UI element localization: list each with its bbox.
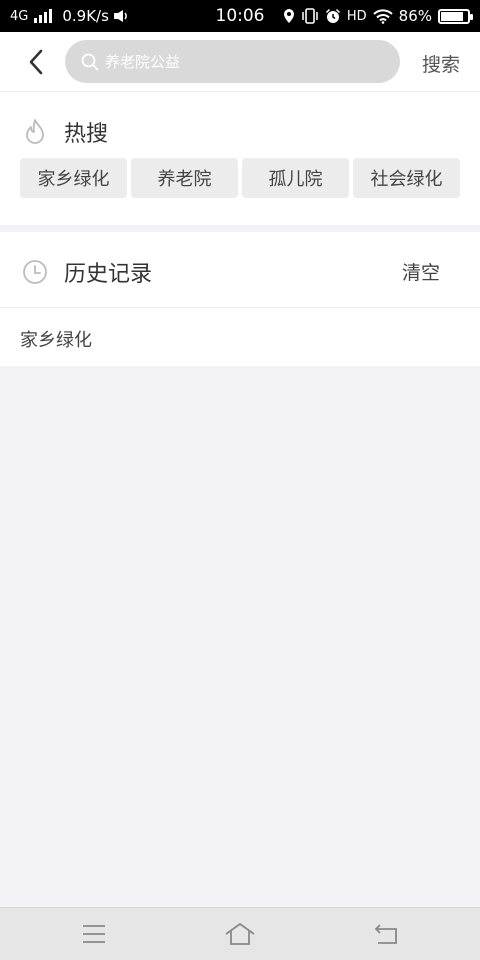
location-icon: [283, 9, 294, 23]
hot-search-section: 热搜 家乡绿化 养老院 孤儿院 社会绿化: [0, 92, 480, 225]
menu-icon: [83, 925, 105, 943]
history-section: 历史记录 清空 家乡绿化: [0, 232, 480, 366]
clock-icon: [23, 260, 47, 284]
wifi-icon: [372, 8, 393, 24]
nav-menu-button[interactable]: [74, 920, 114, 948]
home-icon: [225, 922, 255, 945]
nav-back-button[interactable]: [366, 920, 406, 948]
battery-icon: [438, 8, 473, 24]
hot-search-header: 热搜: [22, 116, 108, 148]
search-bar[interactable]: [65, 40, 400, 83]
system-nav-bar: [0, 907, 480, 960]
hd-indicator: HD: [346, 8, 367, 24]
search-icon: [81, 53, 99, 70]
status-right: HD 86%: [283, 7, 473, 25]
history-header: 历史记录 清空: [0, 232, 480, 308]
vibrate-icon: [302, 8, 318, 24]
battery-percent: 86%: [398, 7, 432, 25]
flame-icon: [26, 119, 44, 144]
hot-search-title: 热搜: [64, 122, 109, 147]
clear-history-button[interactable]: 清空: [402, 258, 440, 285]
search-header: 搜索: [0, 32, 480, 92]
back-arrow-icon: [29, 49, 43, 75]
alarm-icon: [325, 8, 340, 23]
hot-tag[interactable]: 社会绿化: [353, 158, 460, 198]
history-item[interactable]: 家乡绿化: [20, 326, 92, 352]
hot-tag[interactable]: 养老院: [131, 158, 238, 198]
history-title: 历史记录: [64, 262, 153, 287]
return-icon: [374, 924, 397, 944]
history-title-row: 历史记录: [22, 256, 152, 288]
back-button[interactable]: [18, 44, 54, 80]
nav-home-button[interactable]: [220, 920, 260, 948]
status-bar: 4G 0.9K/s 10:06 HD 86%: [0, 0, 480, 32]
hot-tag-list: 家乡绿化 养老院 孤儿院 社会绿化: [20, 158, 460, 198]
hot-tag[interactable]: 家乡绿化: [20, 158, 127, 198]
hot-tag[interactable]: 孤儿院: [242, 158, 349, 198]
search-button[interactable]: 搜索: [422, 50, 460, 77]
search-input[interactable]: [105, 52, 375, 71]
